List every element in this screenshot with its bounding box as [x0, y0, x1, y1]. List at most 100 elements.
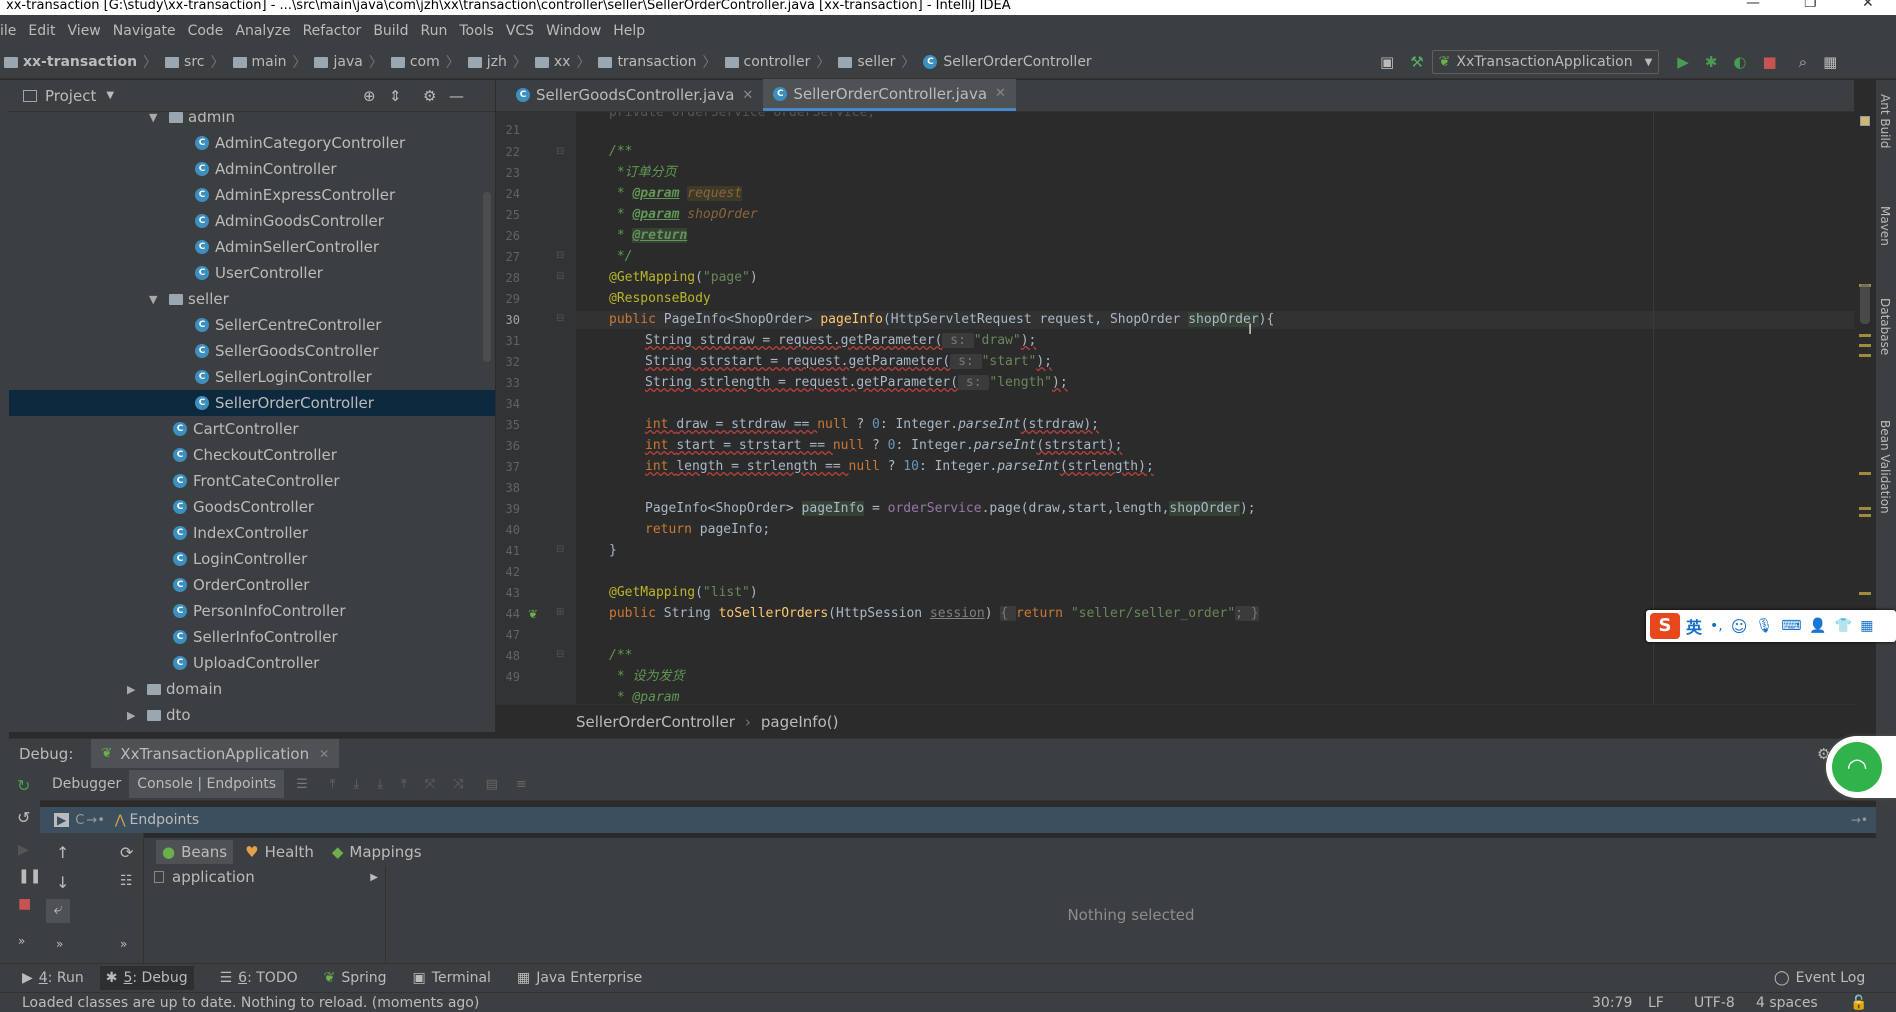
tree-item[interactable]: C CheckoutController [173, 442, 337, 468]
fold-marker-icon[interactable]: ⊟ [556, 544, 564, 555]
tree-item[interactable]: C LoginController [173, 546, 307, 572]
line-separator[interactable]: LF [1648, 995, 1664, 1011]
tool-java-enterprise[interactable]: ▦ Java Enterprise [517, 970, 642, 986]
lock-icon[interactable]: 🔓 [1850, 995, 1867, 1011]
console-tab[interactable]: C [75, 813, 84, 828]
menu-vcs[interactable]: VCS [506, 23, 534, 39]
resume-icon[interactable]: ▶ [18, 842, 29, 858]
drop-frame-icon[interactable]: ⤧ [425, 777, 435, 792]
crumb-transaction[interactable]: transaction 〉 [598, 52, 717, 72]
tree-item[interactable]: C AdminExpressController [195, 182, 395, 208]
step-out-icon[interactable]: ⤒ [401, 777, 407, 792]
keyboard-icon[interactable]: ⌨ [1781, 618, 1801, 634]
soft-wrap-icon[interactable]: ⤶ [46, 899, 70, 923]
menu-view[interactable]: View [68, 23, 101, 39]
arrow-down-icon[interactable]: ↓ [56, 873, 69, 892]
tab-beans[interactable]: ● Beans [156, 840, 234, 864]
tree-folder-seller[interactable]: ▼ seller [149, 286, 229, 312]
tab-mappings[interactable]: ◆ Mappings [326, 840, 428, 864]
project-panel-title[interactable]: Project [45, 87, 96, 105]
tree-item[interactable]: C GoodsController [173, 494, 314, 520]
breadcrumb-class[interactable]: SellerOrderController [576, 713, 735, 731]
crumb-src[interactable]: src 〉 [165, 52, 225, 72]
debug-bug-icon[interactable]: ✱ [1705, 53, 1718, 71]
menu-help[interactable]: Help [613, 23, 645, 39]
evaluate-icon[interactable]: ▤ [486, 777, 498, 792]
crumb-main[interactable]: main 〉 [232, 52, 306, 72]
menu-navigate[interactable]: Navigate [113, 23, 176, 39]
console-icon[interactable]: ▶ [54, 813, 70, 827]
crumb-class[interactable]: C SellerOrderController [923, 54, 1092, 70]
maven-tool[interactable]: Maven [1878, 206, 1892, 246]
collapse-all-icon[interactable]: ⇕ [389, 87, 402, 105]
network-widget[interactable]: ◠ [1826, 736, 1896, 798]
chevron-down-icon[interactable]: ▼ [106, 90, 114, 101]
step-into-icon[interactable]: ⤓ [377, 777, 383, 792]
file-encoding[interactable]: UTF-8 [1694, 995, 1735, 1011]
crumb-project[interactable]: xx-transaction 〉 [4, 52, 157, 72]
project-structure-icon[interactable]: ▣ [1380, 53, 1394, 71]
tree-item[interactable]: C AdminGoodsController [195, 208, 384, 234]
toolbox-icon[interactable]: ▦ [1860, 618, 1873, 634]
tree-item-selected[interactable]: C SellerOrderController [9, 390, 495, 416]
tree-item[interactable]: C UserController [195, 260, 323, 286]
arrow-up-icon[interactable]: ↑ [56, 843, 69, 862]
filter-icon[interactable]: ☷ [120, 873, 133, 889]
ime-language[interactable]: 英 [1686, 614, 1702, 638]
close-tab-icon[interactable]: ✕ [995, 86, 1006, 101]
breadcrumb-method[interactable]: pageInfo() [761, 713, 839, 731]
crumb-seller[interactable]: seller 〉 [838, 52, 915, 72]
endpoints-tab[interactable]: Endpoints [130, 812, 200, 828]
menu-analyze[interactable]: Analyze [235, 23, 290, 39]
tree-item[interactable]: C SellerGoodsController [195, 338, 379, 364]
tab-seller-order-controller[interactable]: C SellerOrderController.java ✕ [763, 79, 1016, 111]
user-icon[interactable]: 👤 [1809, 618, 1826, 634]
tree-item[interactable]: C IndexController [173, 520, 308, 546]
tool-run[interactable]: ▶ 4: Run [22, 970, 84, 986]
tool-event-log[interactable]: ◯ Event Log [1774, 970, 1865, 986]
tree-item[interactable]: C SellerLoginController [195, 364, 372, 390]
tree-item[interactable]: C AdminCategoryController [195, 130, 405, 156]
tab-console-endpoints[interactable]: Console | Endpoints [129, 770, 285, 798]
list-item[interactable]: application ▶ [154, 868, 378, 886]
run-to-cursor-icon[interactable]: ⤨ [453, 777, 463, 792]
punctuation-icon[interactable]: •, [1710, 618, 1723, 634]
sogou-logo-icon[interactable]: S [1650, 613, 1680, 639]
bean-validation-tool[interactable]: Bean Validation [1878, 420, 1892, 514]
run-icon[interactable]: ▶ [1677, 53, 1689, 71]
close-window-icon[interactable]: ✕ [1862, 0, 1874, 10]
tool-terminal[interactable]: ▣ Terminal [413, 970, 491, 986]
tree-item[interactable]: C PersonInfoController [173, 598, 346, 624]
tree-item[interactable]: C OrderController [173, 572, 309, 598]
gear-icon[interactable]: ⚙ [423, 87, 436, 105]
crumb-com[interactable]: com 〉 [390, 52, 460, 72]
emoji-icon[interactable]: ☺ [1731, 617, 1748, 636]
rerun-icon[interactable]: ↻ [17, 776, 30, 795]
tab-debugger[interactable]: Debugger [44, 776, 129, 792]
tree-folder-admin[interactable]: ▼ admin [149, 112, 235, 130]
tab-seller-goods-controller[interactable]: C SellerGoodsController.java ✕ [506, 79, 763, 111]
tree-item[interactable]: C AdminController [195, 156, 337, 182]
build-hammer-icon[interactable]: ⚒ [1410, 53, 1423, 71]
close-tab-icon[interactable]: ✕ [742, 88, 753, 103]
crumb-jzh[interactable]: jzh 〉 [467, 52, 527, 72]
fold-marker-icon[interactable]: ⊟ [556, 649, 564, 660]
tool-spring[interactable]: ❦ Spring [324, 970, 387, 986]
window-grid-icon[interactable]: ▦ [1823, 53, 1837, 71]
pause-icon[interactable]: ❚❚ [18, 868, 41, 884]
close-tab-icon[interactable]: ✕ [319, 747, 329, 761]
step-over-icon[interactable]: ⤓ [354, 777, 360, 792]
indent-setting[interactable]: 4 spaces [1756, 995, 1818, 1011]
show-execution-point-icon[interactable]: ⤒ [330, 777, 336, 792]
ant-build-tool[interactable]: Ant Build [1878, 94, 1892, 148]
tree-scrollbar[interactable] [483, 192, 491, 362]
inspection-status-icon[interactable] [1860, 116, 1870, 126]
spring-bean-icon[interactable]: ❦ [528, 607, 538, 621]
crumb-controller[interactable]: controller 〉 [724, 52, 830, 72]
fold-marker-icon[interactable]: ⊟ [556, 146, 564, 157]
database-tool[interactable]: Database [1878, 298, 1892, 355]
tree-item[interactable]: C UploadController [173, 650, 319, 676]
menu-tools[interactable]: Tools [459, 23, 494, 39]
debug-session-tab[interactable]: ❦ XxTransactionApplication ✕ [91, 738, 340, 769]
more-icon[interactable]: » [120, 937, 127, 951]
